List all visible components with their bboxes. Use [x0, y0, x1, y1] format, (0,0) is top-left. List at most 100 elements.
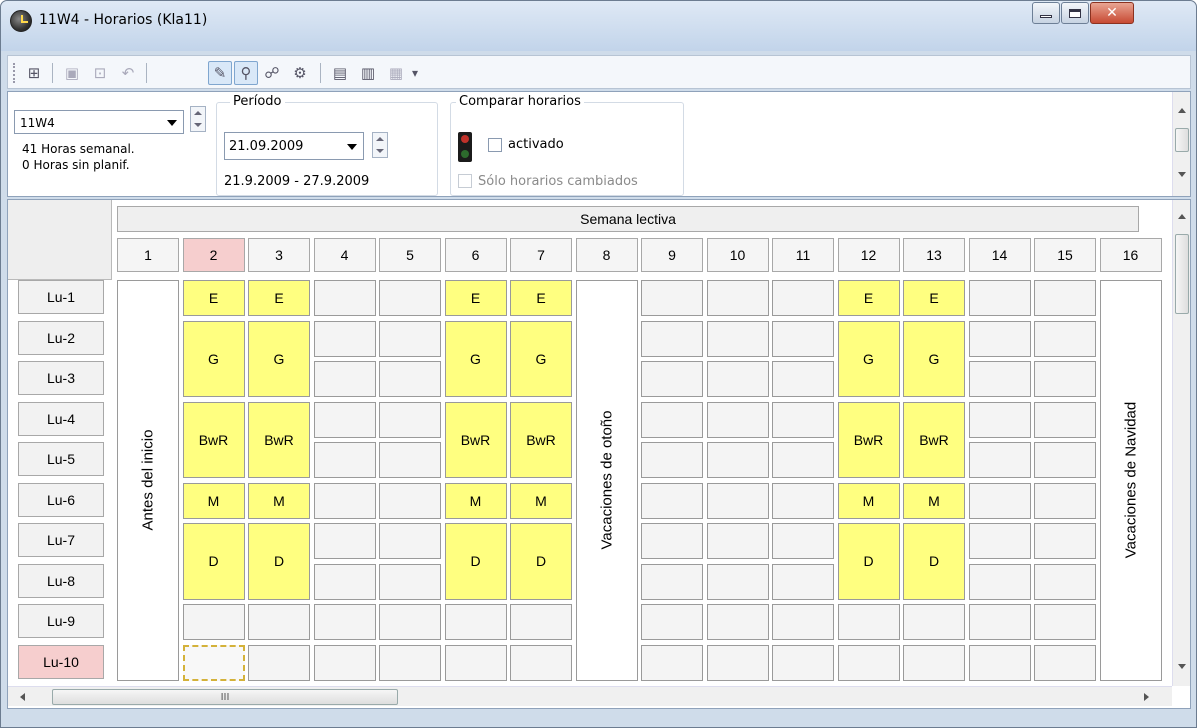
- lesson-cell[interactable]: E: [903, 280, 965, 316]
- column-header[interactable]: 15: [1034, 238, 1096, 272]
- empty-cell[interactable]: [313, 280, 376, 316]
- undo-icon[interactable]: ↶: [116, 61, 140, 85]
- empty-cell[interactable]: [379, 361, 441, 397]
- report-icon[interactable]: ▤: [328, 61, 352, 85]
- grid-horizontal-scrollbar[interactable]: III: [8, 686, 1172, 706]
- lesson-cell[interactable]: M: [903, 482, 965, 519]
- empty-cell[interactable]: [641, 320, 703, 357]
- empty-cell[interactable]: [1034, 361, 1096, 397]
- save-icon[interactable]: ▣: [60, 61, 84, 85]
- column-header[interactable]: 7: [510, 238, 572, 272]
- row-header[interactable]: Lu-4: [18, 401, 104, 436]
- empty-cell[interactable]: [248, 604, 310, 640]
- lesson-cell[interactable]: D: [182, 523, 245, 600]
- empty-cell[interactable]: [1034, 442, 1096, 478]
- lesson-cell[interactable]: BwR: [837, 401, 900, 478]
- scroll-down-icon[interactable]: [1178, 664, 1186, 669]
- empty-cell[interactable]: [772, 442, 834, 478]
- lesson-cell[interactable]: M: [444, 482, 507, 519]
- empty-cell[interactable]: [1034, 280, 1096, 316]
- scroll-left-icon[interactable]: [20, 693, 25, 701]
- empty-cell[interactable]: [641, 523, 703, 559]
- column-header[interactable]: 5: [379, 238, 441, 272]
- lesson-cell[interactable]: BwR: [182, 401, 245, 478]
- column-header[interactable]: 2: [182, 238, 245, 272]
- class-spinner[interactable]: [190, 106, 206, 132]
- scroll-thumb[interactable]: III: [52, 689, 398, 705]
- empty-cell[interactable]: [706, 482, 769, 519]
- lesson-cell[interactable]: D: [248, 523, 310, 600]
- compare-activated-checkbox[interactable]: [488, 138, 502, 152]
- row-header[interactable]: Lu-2: [18, 320, 104, 355]
- empty-cell[interactable]: [772, 523, 834, 559]
- lesson-cell[interactable]: G: [837, 320, 900, 397]
- lesson-cell[interactable]: D: [903, 523, 965, 600]
- empty-cell[interactable]: [772, 482, 834, 519]
- column-header[interactable]: 14: [968, 238, 1031, 272]
- class-dropdown[interactable]: 11W4: [14, 110, 184, 134]
- scroll-up-icon[interactable]: [1178, 108, 1186, 113]
- empty-cell[interactable]: [706, 563, 769, 600]
- empty-cell[interactable]: [1034, 320, 1096, 357]
- lesson-cell[interactable]: E: [837, 280, 900, 316]
- lesson-cell[interactable]: E: [510, 280, 572, 316]
- empty-cell[interactable]: [313, 523, 376, 559]
- empty-cell[interactable]: [1034, 644, 1096, 681]
- row-header[interactable]: Lu-8: [18, 563, 104, 598]
- empty-cell[interactable]: [641, 482, 703, 519]
- lesson-cell[interactable]: G: [510, 320, 572, 397]
- empty-cell[interactable]: [968, 320, 1031, 357]
- empty-cell[interactable]: [837, 604, 900, 640]
- empty-cell[interactable]: [641, 361, 703, 397]
- scroll-right-icon[interactable]: [1144, 693, 1149, 701]
- column-header[interactable]: 3: [248, 238, 310, 272]
- empty-cell[interactable]: [444, 604, 507, 640]
- row-header[interactable]: Lu-3: [18, 361, 104, 395]
- empty-cell[interactable]: [313, 320, 376, 357]
- lesson-cell[interactable]: D: [837, 523, 900, 600]
- empty-cell[interactable]: [968, 523, 1031, 559]
- info-scrollbar[interactable]: [1172, 92, 1190, 196]
- column-header[interactable]: 12: [837, 238, 900, 272]
- row-header[interactable]: Lu-5: [18, 442, 104, 476]
- column-header[interactable]: 11: [772, 238, 834, 272]
- row-header[interactable]: Lu-10: [18, 644, 104, 679]
- empty-cell[interactable]: [641, 604, 703, 640]
- empty-cell[interactable]: [510, 604, 572, 640]
- lesson-cell[interactable]: E: [182, 280, 245, 316]
- lesson-cell[interactable]: E: [444, 280, 507, 316]
- row-header[interactable]: Lu-6: [18, 482, 104, 517]
- empty-cell[interactable]: [706, 361, 769, 397]
- empty-cell[interactable]: [379, 320, 441, 357]
- lesson-cell[interactable]: D: [510, 523, 572, 600]
- lesson-cell[interactable]: BwR: [510, 401, 572, 478]
- users-icon[interactable]: ☍: [260, 61, 284, 85]
- lesson-cell[interactable]: BwR: [248, 401, 310, 478]
- empty-cell[interactable]: [968, 644, 1031, 681]
- empty-cell[interactable]: [379, 442, 441, 478]
- empty-cell[interactable]: [968, 442, 1031, 478]
- empty-cell[interactable]: [379, 563, 441, 600]
- empty-cell[interactable]: [968, 401, 1031, 438]
- lesson-cell[interactable]: G: [444, 320, 507, 397]
- empty-cell[interactable]: [641, 563, 703, 600]
- empty-cell[interactable]: [1034, 604, 1096, 640]
- lesson-cell[interactable]: G: [903, 320, 965, 397]
- empty-cell[interactable]: [772, 401, 834, 438]
- empty-cell[interactable]: [1034, 563, 1096, 600]
- empty-cell[interactable]: [772, 604, 834, 640]
- column-header[interactable]: 16: [1099, 238, 1162, 272]
- lesson-cell[interactable]: G: [248, 320, 310, 397]
- lesson-cell[interactable]: G: [182, 320, 245, 397]
- column-header[interactable]: 4: [313, 238, 376, 272]
- empty-cell[interactable]: [706, 644, 769, 681]
- empty-cell[interactable]: [706, 401, 769, 438]
- empty-cell[interactable]: [641, 644, 703, 681]
- empty-cell[interactable]: [248, 644, 310, 681]
- empty-cell[interactable]: [706, 604, 769, 640]
- row-header[interactable]: Lu-1: [18, 280, 104, 314]
- lesson-cell[interactable]: M: [248, 482, 310, 519]
- empty-cell[interactable]: [706, 442, 769, 478]
- period-date-dropdown[interactable]: 21.09.2009: [224, 132, 364, 160]
- empty-cell[interactable]: [379, 401, 441, 438]
